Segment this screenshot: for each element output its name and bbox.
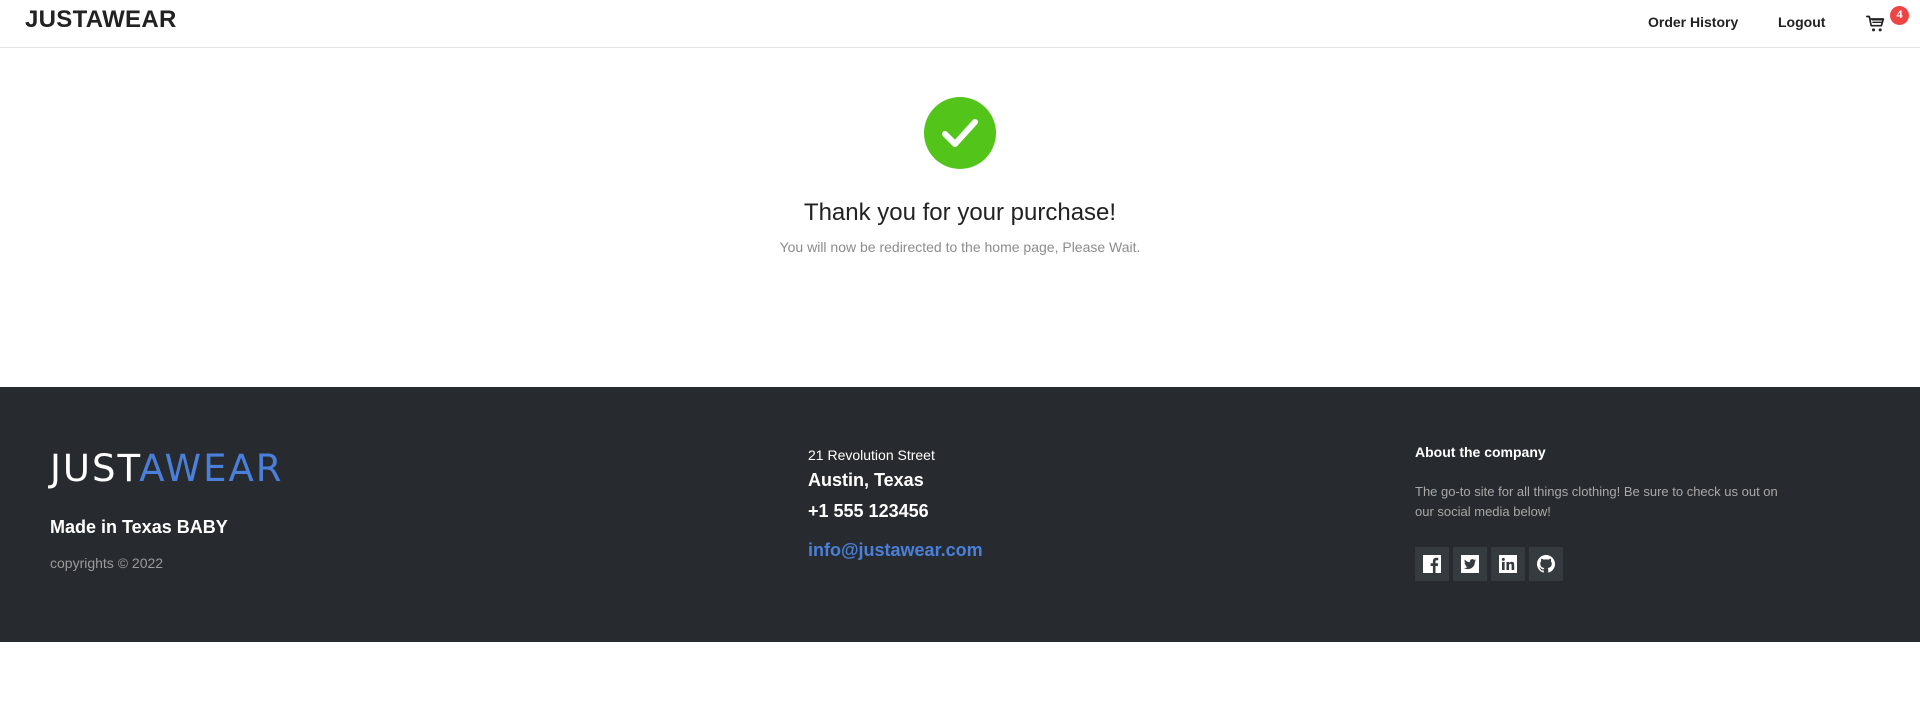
cart-count-badge: 4 [1890,6,1909,25]
address-street: 21 Revolution Street [808,447,935,463]
github-icon[interactable] [1529,547,1563,581]
confirmation-subtitle: You will now be redirected to the home p… [779,239,1141,255]
twitter-icon[interactable] [1453,547,1487,581]
linkedin-icon[interactable] [1491,547,1525,581]
facebook-icon[interactable] [1415,547,1449,581]
footer-logo-just: JUST [50,447,140,490]
cart-icon[interactable] [1866,14,1886,34]
site-footer: JUSTAWEAR Made in Texas BABY copyrights … [0,387,1920,642]
contact-email-link[interactable]: info@justawear.com [808,540,983,561]
address-phone: +1 555 123456 [808,501,929,521]
footer-logo: JUSTAWEAR [50,447,284,490]
about-title: About the company [1415,444,1546,460]
nav-order-history[interactable]: Order History [1648,14,1738,30]
confirmation-title: Thank you for your purchase! [803,199,1117,226]
address-city: Austin, Texas [808,470,924,490]
footer-copyright: copyrights © 2022 [50,555,164,571]
nav-logout[interactable]: Logout [1778,14,1825,30]
footer-logo-awear: AWEAR [139,447,284,490]
about-text: The go-to site for all things clothing! … [1415,484,1778,519]
footer-tagline: Made in Texas BABY [50,517,228,537]
brand-logo[interactable]: JUSTAWEAR [25,6,177,34]
top-navbar: JUSTAWEAR Order History Logout 4 [0,0,1920,48]
check-circle-icon [924,97,996,169]
